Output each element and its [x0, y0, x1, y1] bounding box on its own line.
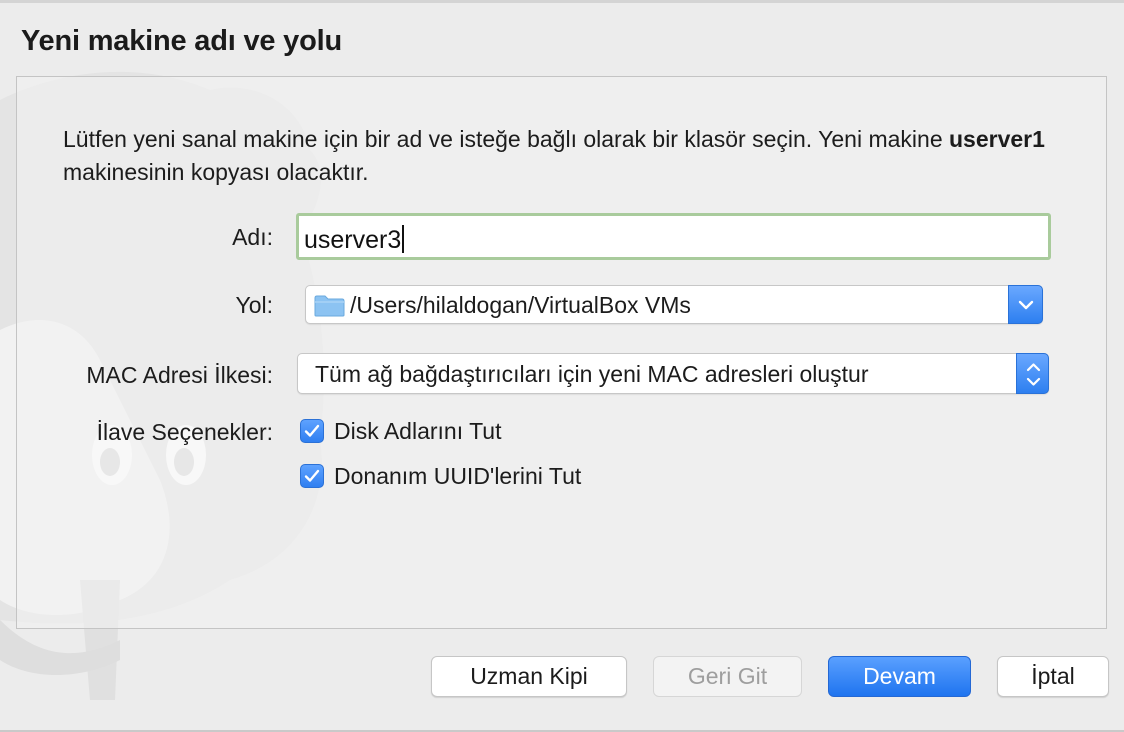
chevron-down-icon	[1018, 300, 1034, 310]
keep-disk-names-label[interactable]: Disk Adlarını Tut	[334, 418, 501, 445]
option-keep-disk-names[interactable]: Disk Adlarını Tut	[300, 417, 501, 445]
description-part2: makinesinin kopyası olacaktır.	[63, 159, 369, 185]
name-label: Adı:	[232, 224, 273, 250]
continue-button[interactable]: Devam	[828, 656, 971, 697]
folder-icon	[314, 295, 345, 317]
dialog-title: Yeni makine adı ve yolu	[21, 25, 342, 57]
mac-policy-popup-button[interactable]	[1016, 353, 1049, 394]
mac-policy-value: Tüm ağ bağdaştırıcıları için yeni MAC ad…	[315, 361, 869, 387]
cancel-button[interactable]: İptal	[997, 656, 1109, 697]
options-label: İlave Seçenekler:	[96, 419, 273, 445]
description-source-vm: userver1	[949, 126, 1045, 152]
keep-hardware-uuids-label[interactable]: Donanım UUID'lerini Tut	[334, 463, 581, 490]
go-back-button[interactable]: Geri Git	[653, 656, 802, 697]
checkmark-icon	[304, 469, 320, 482]
description-text: Lütfen yeni sanal makine için bir ad ve …	[63, 123, 1053, 189]
expert-mode-button[interactable]: Uzman Kipi	[431, 656, 627, 697]
name-input[interactable]: userver3	[296, 213, 1051, 260]
up-down-chevron-icon	[1026, 363, 1041, 386]
keep-hardware-uuids-checkbox[interactable]	[300, 464, 324, 488]
keep-disk-names-checkbox[interactable]	[300, 419, 324, 443]
path-label: Yol:	[235, 292, 273, 318]
description-part1: Lütfen yeni sanal makine için bir ad ve …	[63, 126, 949, 152]
path-dropdown-button[interactable]	[1008, 285, 1043, 324]
path-value: /Users/hilaldogan/VirtualBox VMs	[350, 292, 691, 318]
text-caret	[402, 225, 404, 253]
option-keep-hardware-uuids[interactable]: Donanım UUID'lerini Tut	[300, 462, 581, 490]
mac-policy-label: MAC Adresi İlkesi:	[86, 362, 273, 388]
mac-policy-select[interactable]: Tüm ağ bağdaştırıcıları için yeni MAC ad…	[297, 353, 1049, 394]
checkmark-icon	[304, 424, 320, 437]
window-top-edge	[0, 0, 1124, 3]
path-combobox[interactable]: /Users/hilaldogan/VirtualBox VMs	[305, 285, 1043, 324]
name-input-value: userver3	[304, 226, 402, 254]
